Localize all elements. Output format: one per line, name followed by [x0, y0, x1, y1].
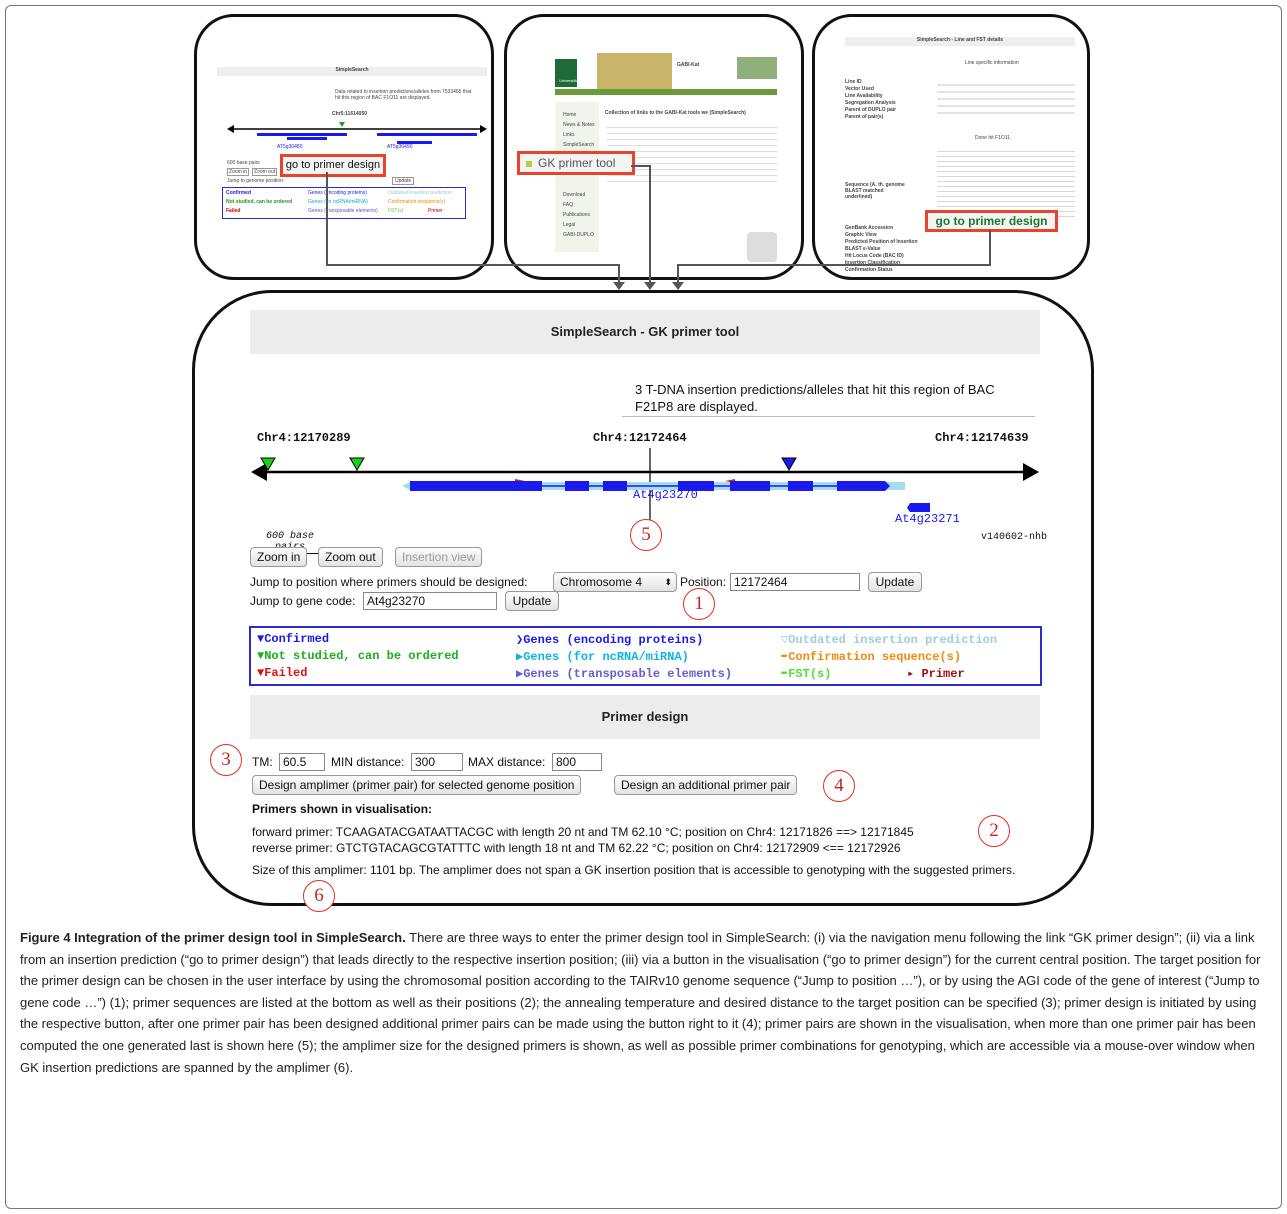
legend-primer: ▸ Primer — [907, 667, 965, 681]
primer-design-title: Primer design — [250, 695, 1040, 739]
callout-2: 2 — [978, 815, 1010, 847]
forward-primer: forward primer: TCAAGATACGATAATTACGC wit… — [252, 825, 914, 839]
zoom-out-button[interactable]: Zoom out — [318, 547, 383, 567]
connector-arrows — [326, 165, 991, 290]
primers-heading: Primers shown in visualisation: — [252, 802, 433, 816]
tm-label: TM: — [252, 755, 273, 769]
track-arrow-right-icon — [1023, 463, 1039, 481]
region-info: 3 T-DNA insertion predictions/alleles th… — [635, 382, 995, 414]
max-distance-label: MAX distance: — [468, 755, 546, 769]
chromosome-select[interactable]: Chromosome 4 ⬍ — [553, 572, 677, 592]
gene-code-input[interactable]: At4g23270 — [363, 592, 497, 610]
gene-update-button[interactable]: Update — [505, 591, 559, 611]
position-input[interactable]: 12172464 — [730, 573, 860, 591]
callout-4: 4 — [823, 770, 855, 802]
caption-text: There are three ways to enter the primer… — [20, 930, 1261, 1075]
info-divider — [622, 416, 1035, 417]
callout-3: 3 — [210, 744, 242, 776]
page-title: SimpleSearch - GK primer tool — [250, 310, 1040, 354]
jump-position-label: Jump to position where primers should be… — [250, 575, 528, 589]
legend-failed: ▼Failed — [257, 666, 308, 680]
min-distance-label: MIN distance: — [331, 755, 405, 769]
gene2-label: At4g23271 — [895, 512, 960, 526]
position-label: Position: — [680, 575, 727, 589]
max-distance-input[interactable]: 800 — [552, 753, 602, 771]
caption-title: Figure 4 Integration of the primer desig… — [20, 930, 406, 945]
primer-arrow-icon: ▸ — [907, 667, 922, 681]
legend-confirmation: ➨Confirmation sequence(s) — [781, 650, 962, 664]
callout-6: 6 — [303, 880, 335, 912]
design-amplimer-button[interactable]: Design amplimer (primer pair) for select… — [252, 775, 582, 795]
position-left: Chr4:12170289 — [257, 431, 351, 445]
primer-tool-panel: SimpleSearch - GK primer tool 3 T-DNA in… — [192, 290, 1094, 906]
chromosome-select-value: Chromosome 4 — [560, 575, 643, 589]
track-arrow-left-icon — [251, 463, 267, 481]
legend: ▼Confirmed ▼Not studied, can be ordered … — [249, 626, 1042, 686]
legend-genes-protein: ❯Genes (encoding proteins) — [516, 633, 704, 647]
figure-caption: Figure 4 Integration of the primer desig… — [20, 927, 1272, 1078]
legend-fst: ➨FST(s) — [781, 667, 832, 681]
legend-genes-te: ▶Genes (transposable elements) — [516, 667, 733, 681]
legend-confirmed: ▼Confirmed — [257, 632, 330, 646]
legend-outdated: ▽Outdated insertion prediction — [781, 633, 998, 647]
tm-input[interactable]: 60.5 — [279, 753, 325, 771]
callout-5: 5 — [630, 519, 662, 551]
min-distance-input[interactable]: 300 — [411, 753, 463, 771]
amplimer-size: Size of this amplimer: 1101 bp. The ampl… — [252, 863, 1016, 877]
gene1-label: At4g23270 — [633, 488, 698, 502]
jump-gene-label: Jump to gene code: — [250, 594, 356, 608]
gene-at4g23271-model — [907, 503, 930, 512]
zoom-in-button[interactable]: Zoom in — [250, 547, 308, 567]
insertion-not-studied-icon — [349, 457, 365, 471]
position-right: Chr4:12174639 — [935, 431, 1029, 445]
callout-1: 1 — [683, 588, 715, 620]
reverse-primer: reverse primer: GTCTGTACAGCGTATTTC with … — [252, 841, 901, 855]
legend-not-studied: ▼Not studied, can be ordered — [257, 649, 459, 663]
legend-genes-ncrna: ▶Genes (for ncRNA/miRNA) — [516, 650, 689, 664]
version-label: v140602-nhb — [981, 532, 1048, 543]
position-update-button[interactable]: Update — [868, 572, 922, 592]
select-arrows-icon: ⬍ — [664, 577, 672, 587]
position-center: Chr4:12172464 — [593, 431, 687, 445]
insertion-confirmed-icon — [781, 457, 797, 471]
insertion-view-button[interactable]: Insertion view — [395, 547, 483, 567]
design-additional-pair-button[interactable]: Design an additional primer pair — [614, 775, 798, 795]
